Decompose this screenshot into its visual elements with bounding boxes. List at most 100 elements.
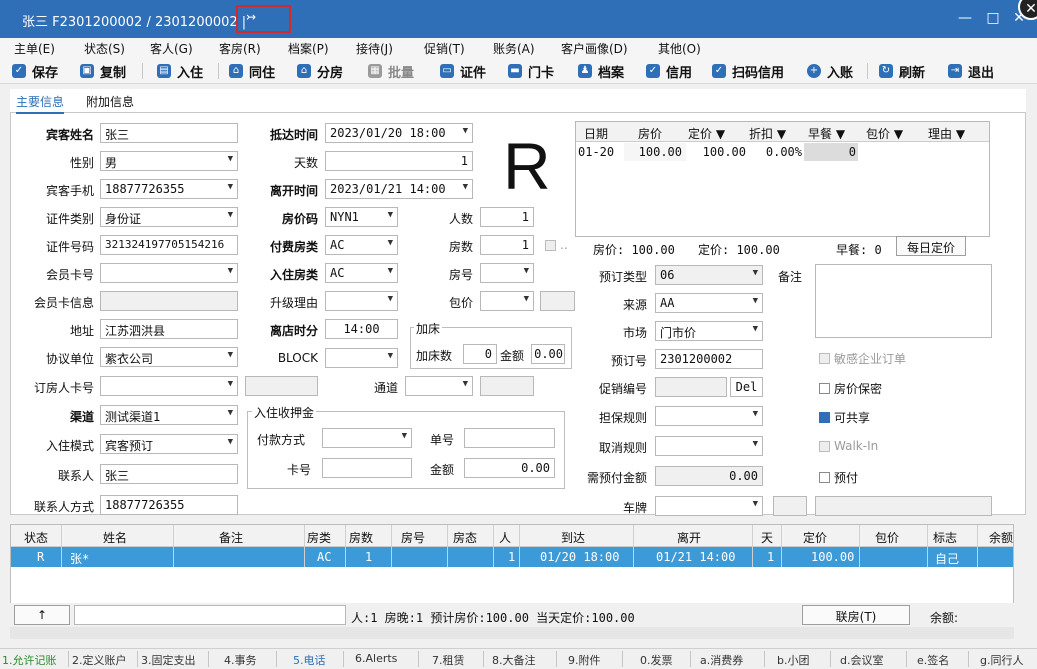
horizontal-scrollbar[interactable] xyxy=(10,627,1014,639)
daily-rate-row[interactable]: 01-20 100.00 100.00 0.00% 0 xyxy=(576,143,989,161)
col-leave[interactable]: 离开 xyxy=(677,529,701,546)
menu-customer-profile[interactable]: 客户画像(D) xyxy=(561,40,628,57)
col-room-no[interactable]: 房号 xyxy=(401,529,425,546)
arrive-datetime[interactable]: 2023/01/20 18:00 ▼ xyxy=(325,123,473,143)
shareable-checkbox[interactable]: 可共享 xyxy=(819,409,870,426)
id-no-input[interactable]: 321324197705154216 xyxy=(100,235,238,255)
address-input[interactable]: 江苏泗洪县 xyxy=(100,319,238,339)
tab-main-info[interactable]: 主要信息 xyxy=(16,93,65,114)
pay-method-select[interactable]: ▼ xyxy=(322,428,412,448)
col-rate[interactable]: 房价 xyxy=(638,125,662,142)
status-define-account[interactable]: 2.定义账户 xyxy=(72,652,127,668)
block-select[interactable]: ▼ xyxy=(325,348,398,368)
col-days[interactable]: 天 xyxy=(761,529,773,546)
booking-type-select[interactable]: 06 ▼ xyxy=(655,265,763,285)
status-big-remark[interactable]: 8.大备注 xyxy=(492,652,536,668)
channel2-select[interactable]: ▼ xyxy=(405,376,473,396)
share-room-button[interactable]: ⌂ 同住 xyxy=(229,61,275,81)
guest-name-input[interactable]: 张三 xyxy=(100,123,238,143)
rooms-input[interactable]: 1 xyxy=(480,235,534,255)
exit-button[interactable]: ⇥ 退出 xyxy=(948,61,994,81)
days-input[interactable]: 1 xyxy=(325,151,473,171)
menu-promotion[interactable]: 促销(T) xyxy=(424,40,465,57)
secret-rate-checkbox[interactable]: 房价保密 xyxy=(819,380,882,397)
menu-profile[interactable]: 档案(P) xyxy=(288,40,329,57)
walk-in-checkbox[interactable]: Walk-In xyxy=(819,439,878,453)
extra-bed-amount-input[interactable]: 0.00 xyxy=(531,344,565,364)
rooms-checkbox[interactable] xyxy=(545,240,556,251)
scan-credit-button[interactable]: ✓ 扫码信用 xyxy=(712,61,784,81)
footer-note-input[interactable] xyxy=(74,605,346,625)
menu-account[interactable]: 账务(A) xyxy=(493,40,535,57)
tab-extra-info[interactable]: 附加信息 xyxy=(86,93,134,110)
col-balance[interactable]: 余额 xyxy=(989,529,1013,546)
rate-code-select[interactable]: NYN1 ▼ xyxy=(325,207,398,227)
booking-no-input[interactable]: 2301200002 xyxy=(655,349,763,369)
status-fixed-expense[interactable]: 3.固定支出 xyxy=(141,652,196,668)
status-lease[interactable]: 7.租赁 xyxy=(432,652,465,668)
col-reason[interactable]: 理由 ▼ xyxy=(928,125,965,142)
market-select[interactable]: 门市价 ▼ xyxy=(655,321,763,341)
col-package[interactable]: 包价 ▼ xyxy=(866,125,903,142)
status-affairs[interactable]: 4.事务 xyxy=(224,652,257,668)
status-coupon[interactable]: a.消费券 xyxy=(700,652,743,668)
source-select[interactable]: AA ▼ xyxy=(655,293,763,313)
copy-button[interactable]: ▣ 复制 xyxy=(80,61,126,81)
menu-other[interactable]: 其他(O) xyxy=(658,40,701,57)
card-no-input[interactable] xyxy=(322,458,412,478)
persons-input[interactable]: 1 xyxy=(480,207,534,227)
move-up-button[interactable]: ↑ xyxy=(14,605,70,625)
batch-button[interactable]: ▦ 批量 xyxy=(368,61,414,81)
menu-status[interactable]: 状态(S) xyxy=(84,40,125,57)
assign-room-button[interactable]: ⌂ 分房 xyxy=(297,61,343,81)
plate-select[interactable]: ▼ xyxy=(655,496,763,516)
company-select[interactable]: 紫衣公司 ▼ xyxy=(100,347,238,367)
status-attachment[interactable]: 9.附件 xyxy=(568,652,601,668)
contact-method-input[interactable]: 18877726355 xyxy=(100,495,238,515)
booker-card-select[interactable]: ▼ xyxy=(100,376,238,396)
extra-bed-count-input[interactable]: 0 xyxy=(463,344,497,364)
post-button[interactable]: + 入账 xyxy=(807,61,853,81)
daily-rate-button[interactable]: 每日定价 xyxy=(896,236,966,256)
pay-room-select[interactable]: AC ▼ xyxy=(325,235,398,255)
col-arrive[interactable]: 到达 xyxy=(561,529,585,546)
save-button[interactable]: ✓ 保存 xyxy=(12,61,58,81)
col-fixed-rate[interactable]: 定价 xyxy=(803,529,827,546)
package-select[interactable]: ▼ xyxy=(480,291,534,311)
col-flag[interactable]: 标志 xyxy=(933,529,957,546)
menu-main-order[interactable]: 主单(E) xyxy=(14,40,55,57)
order-no-input[interactable] xyxy=(464,428,555,448)
col-room-type[interactable]: 房类 xyxy=(307,529,331,546)
col-discount[interactable]: 折扣 ▼ xyxy=(749,125,786,142)
leave-datetime[interactable]: 2023/01/21 14:00 ▼ xyxy=(325,179,473,199)
room-card-button[interactable]: ▬ 门卡 xyxy=(508,61,554,81)
promo-delete-button[interactable]: Del xyxy=(730,377,763,397)
col-status[interactable]: 状态 xyxy=(24,529,48,546)
room-no-select[interactable]: ▼ xyxy=(480,263,534,283)
id-button[interactable]: ▭ 证件 xyxy=(440,61,486,81)
col-room-count[interactable]: 房数 xyxy=(349,529,373,546)
gender-select[interactable]: 男 ▼ xyxy=(100,151,238,171)
col-remark[interactable]: 备注 xyxy=(219,529,243,546)
status-allow-charge[interactable]: 1.允许记账 xyxy=(2,652,57,668)
promo-input[interactable] xyxy=(655,377,727,397)
col-room-status[interactable]: 房态 xyxy=(453,529,477,546)
table-row[interactable]: R 张* AC 1 1 01/20 18:00 01/21 14:00 1 10… xyxy=(11,547,1013,567)
upgrade-select[interactable]: ▼ xyxy=(325,291,398,311)
joint-room-button[interactable]: 联房(T) xyxy=(802,605,910,625)
menu-room[interactable]: 客房(R) xyxy=(219,40,261,57)
col-package-rate[interactable]: 包价 xyxy=(875,529,899,546)
menu-guest[interactable]: 客人(G) xyxy=(150,40,193,57)
status-alerts[interactable]: 6.Alerts xyxy=(355,652,397,665)
status-signature[interactable]: e.签名 xyxy=(917,652,949,668)
refresh-button[interactable]: ↻ 刷新 xyxy=(879,61,925,81)
status-phone[interactable]: 5.电话 xyxy=(293,652,326,668)
id-type-select[interactable]: 身份证 ▼ xyxy=(100,207,238,227)
col-date[interactable]: 日期 xyxy=(584,125,608,142)
profile-button[interactable]: ♟ 档案 xyxy=(578,61,624,81)
credit-button[interactable]: ✓ 信用 xyxy=(646,61,692,81)
menu-reception[interactable]: 接待(J) xyxy=(356,40,393,57)
status-meeting-room[interactable]: d.会议室 xyxy=(840,652,883,668)
status-companion[interactable]: g.同行人 xyxy=(980,652,1023,668)
member-card-select[interactable]: ▼ xyxy=(100,263,238,283)
